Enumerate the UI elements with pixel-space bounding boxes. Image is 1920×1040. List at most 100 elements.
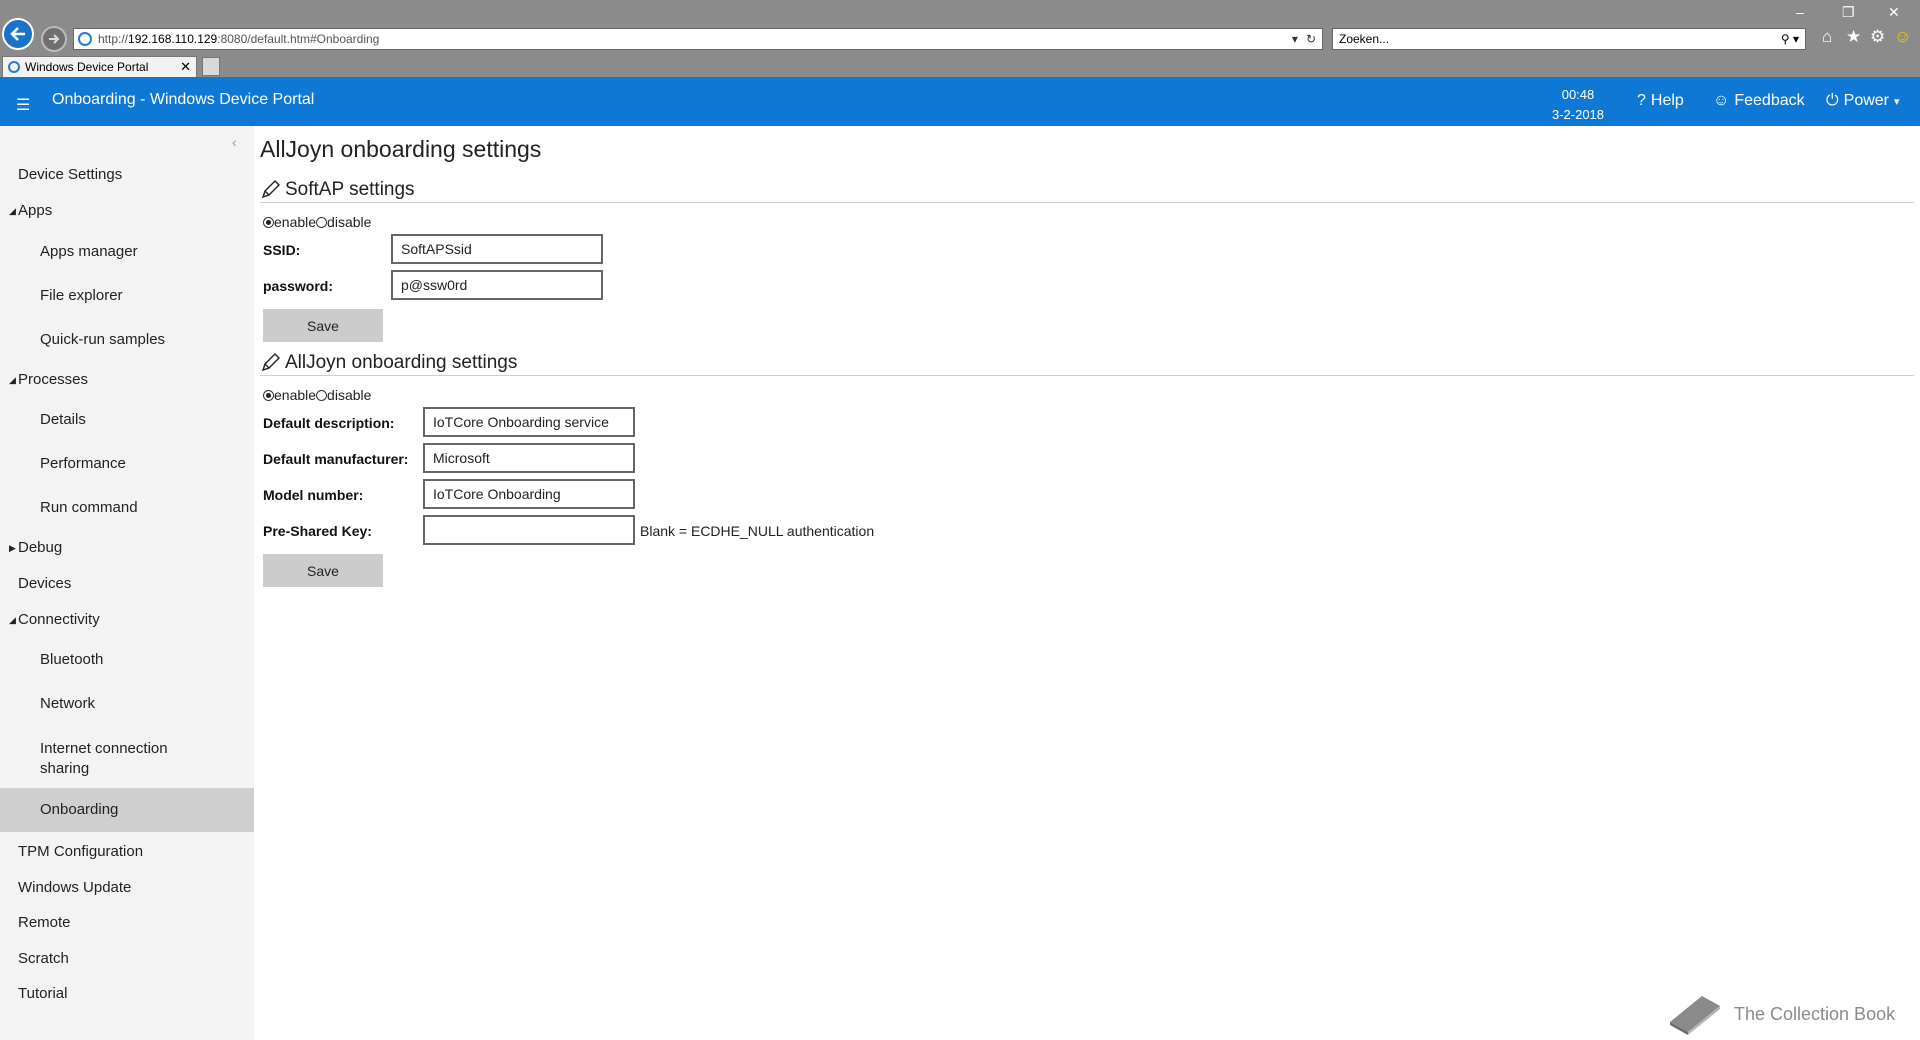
default-manufacturer-input[interactable] xyxy=(423,443,635,473)
forward-arrow-icon xyxy=(49,34,60,44)
model-number-input[interactable] xyxy=(423,479,635,509)
sidebar-item-label: Quick-run samples xyxy=(40,331,166,348)
sidebar-item-scratch[interactable]: Scratch xyxy=(0,950,254,967)
forward-button[interactable] xyxy=(41,26,67,52)
pencil-icon xyxy=(261,353,280,372)
sidebar-item-tpm-configuration[interactable]: TPM Configuration xyxy=(0,843,254,860)
book-logo-icon xyxy=(1670,996,1720,1035)
sidebar-item-quick-run-samples[interactable]: Quick-run samples xyxy=(0,331,254,348)
expanded-triangle-icon: ◢ xyxy=(9,615,16,625)
sidebar-item-onboarding[interactable]: Onboarding xyxy=(0,788,254,832)
password-label: password: xyxy=(263,278,334,294)
browser-tab[interactable]: Windows Device Portal ✕ xyxy=(2,56,197,77)
default-description-input[interactable] xyxy=(423,407,635,437)
sidebar-item-file-explorer[interactable]: File explorer xyxy=(0,287,254,304)
sidebar-item-label: Network xyxy=(40,695,96,712)
ie-page-icon xyxy=(78,32,92,46)
sidebar-item-performance[interactable]: Performance xyxy=(0,455,254,472)
search-icon[interactable]: ⚲ ▾ xyxy=(1781,32,1805,46)
softap-disable-label: disable xyxy=(327,214,372,230)
sidebar-item-debug[interactable]: ▶ Debug xyxy=(0,539,254,556)
url-prefix: http:// xyxy=(98,32,129,46)
smiley-feedback-icon[interactable]: ☺ xyxy=(1894,27,1911,47)
pre-shared-key-label: Pre-Shared Key: xyxy=(263,523,372,539)
sidebar-item-label: Bluetooth xyxy=(40,651,104,668)
tab-close-icon[interactable]: ✕ xyxy=(180,59,191,75)
sidebar-item-label: Scratch xyxy=(18,950,69,967)
sidebar-item-label: Connectivity xyxy=(18,611,100,628)
sidebar-item-apps[interactable]: ◢ Apps xyxy=(0,202,254,219)
alljoyn-enable-radio-group: enable disable xyxy=(263,387,371,403)
power-icon: ⏻ xyxy=(1826,92,1839,109)
collapse-sidebar-icon[interactable]: ‹ xyxy=(232,134,237,150)
clock: 00:48 3-2-2018 xyxy=(1543,85,1613,125)
tab-ie-icon xyxy=(8,61,20,73)
sidebar-item-label: Onboarding xyxy=(40,801,119,818)
help-label: Help xyxy=(1650,92,1684,109)
ssid-input[interactable] xyxy=(391,234,603,264)
help-button[interactable]: ? Help xyxy=(1637,92,1684,110)
expanded-triangle-icon: ◢ xyxy=(9,375,16,385)
minimize-icon[interactable]: – xyxy=(1796,4,1804,20)
alljoyn-enable-radio[interactable] xyxy=(263,389,274,401)
pre-shared-key-input[interactable] xyxy=(423,515,635,545)
softap-heading: SoftAP settings xyxy=(285,179,415,200)
sidebar-item-network[interactable]: Network xyxy=(0,695,254,712)
softap-enable-radio-group: enable disable xyxy=(263,214,371,230)
sidebar-item-label: Apps xyxy=(18,202,53,219)
sidebar-item-label: Debug xyxy=(18,539,63,556)
sidebar-item-label: Device Settings xyxy=(18,166,123,183)
back-button[interactable] xyxy=(2,18,34,50)
sidebar-item-label: Remote xyxy=(18,914,71,931)
sidebar-item-label: Processes xyxy=(18,371,89,388)
restore-icon[interactable]: ❐ xyxy=(1842,4,1855,21)
clock-date: 3-2-2018 xyxy=(1551,107,1605,122)
sidebar-item-label: Apps manager xyxy=(40,243,138,260)
feedback-button[interactable]: ☺ Feedback xyxy=(1713,92,1805,110)
alljoyn-section-header: AllJoyn onboarding settings xyxy=(260,349,1914,376)
sidebar-item-apps-manager[interactable]: Apps manager xyxy=(0,243,254,260)
sidebar-item-label: Tutorial xyxy=(18,985,68,1002)
sidebar-item-run-command[interactable]: Run command xyxy=(0,499,254,516)
sidebar-item-devices[interactable]: Devices xyxy=(0,575,254,592)
softap-enable-label: enable xyxy=(274,214,317,230)
hamburger-icon[interactable]: ☰ xyxy=(16,95,30,115)
softap-save-button[interactable]: Save xyxy=(263,309,383,342)
pre-shared-key-hint: Blank = ECDHE_NULL authentication xyxy=(640,523,875,539)
home-icon[interactable]: ⌂ xyxy=(1822,27,1832,47)
ssid-label: SSID: xyxy=(263,242,301,258)
sidebar-item-details[interactable]: Details xyxy=(0,411,254,428)
close-window-icon[interactable]: ✕ xyxy=(1888,4,1900,21)
sidebar-item-label: File explorer xyxy=(40,287,123,304)
sidebar-item-windows-update[interactable]: Windows Update xyxy=(0,879,254,896)
new-tab-button[interactable] xyxy=(202,57,220,76)
softap-enable-radio[interactable] xyxy=(263,216,274,228)
favorites-star-icon[interactable]: ★ xyxy=(1846,27,1861,47)
sidebar-item-bluetooth[interactable]: Bluetooth xyxy=(0,651,254,668)
sidebar-item-label: Performance xyxy=(40,455,126,472)
power-label: Power xyxy=(1843,92,1890,109)
help-question-icon: ? xyxy=(1637,92,1646,109)
sidebar-item-connectivity[interactable]: ◢ Connectivity xyxy=(0,611,254,628)
address-bar[interactable]: http://192.168.110.129:8080/default.htm#… xyxy=(73,28,1323,50)
password-input[interactable] xyxy=(391,270,603,300)
sidebar-item-processes[interactable]: ◢ Processes xyxy=(0,371,254,388)
sidebar-item-label: Internet connection sharing xyxy=(40,740,168,777)
sidebar-item-label: Devices xyxy=(18,575,72,592)
tools-gear-icon[interactable]: ⚙ xyxy=(1870,27,1885,47)
sidebar-item-remote[interactable]: Remote xyxy=(0,914,254,931)
sidebar-item-internet-connection-sharing[interactable]: Internet connection sharing xyxy=(0,739,210,779)
search-bar[interactable]: Zoeken... ⚲ ▾ xyxy=(1332,28,1806,50)
sidebar-item-device-settings[interactable]: Device Settings xyxy=(0,166,254,183)
address-dropdown-icon[interactable]: ▾ xyxy=(1292,32,1298,46)
sidebar-item-tutorial[interactable]: Tutorial xyxy=(0,985,254,1002)
clock-time: 00:48 xyxy=(1561,87,1595,102)
alljoyn-save-button[interactable]: Save xyxy=(263,554,383,587)
alljoyn-disable-radio[interactable] xyxy=(316,389,328,401)
url-rest: :8080/default.htm#Onboarding xyxy=(217,32,380,46)
power-button[interactable]: ⏻ Power ▾ xyxy=(1826,92,1900,110)
sidebar-item-label: Details xyxy=(40,411,86,428)
refresh-icon[interactable]: ↻ xyxy=(1306,32,1316,46)
sidebar-item-label: Windows Update xyxy=(18,879,132,896)
softap-disable-radio[interactable] xyxy=(316,216,328,228)
